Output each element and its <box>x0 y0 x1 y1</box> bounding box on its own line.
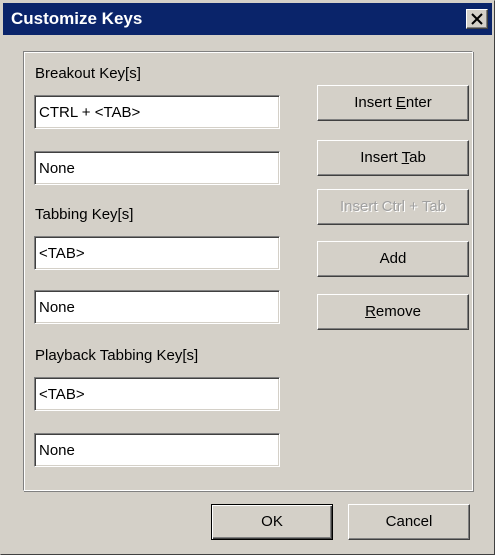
insert-tab-label-post: ab <box>409 149 426 166</box>
window-title: Customize Keys <box>11 9 143 28</box>
customize-keys-dialog: Customize Keys Breakout Key[s] Tabbing K… <box>0 0 495 555</box>
tabbing-key-field-1[interactable] <box>34 236 280 270</box>
remove-button[interactable]: Remove <box>317 294 469 330</box>
add-button[interactable]: Add <box>317 241 469 277</box>
playback-key-field-1[interactable] <box>34 377 280 411</box>
remove-label-post: emove <box>375 303 421 320</box>
close-button[interactable] <box>466 9 488 29</box>
cancel-button[interactable]: Cancel <box>348 504 470 540</box>
insert-enter-button[interactable]: Insert Enter <box>317 85 469 121</box>
insert-enter-label-pre: Insert <box>354 94 396 111</box>
ok-label: OK <box>261 513 283 530</box>
remove-accel: R <box>365 303 376 320</box>
title-bar[interactable]: Customize Keys <box>3 3 492 35</box>
ok-button[interactable]: OK <box>211 504 333 540</box>
insert-tab-accel: T <box>401 149 410 166</box>
playback-key-field-2[interactable] <box>34 433 280 467</box>
playback-tabbing-keys-label: Playback Tabbing Key[s] <box>35 347 199 364</box>
cancel-label: Cancel <box>385 513 433 530</box>
breakout-key-field-2[interactable] <box>34 151 280 185</box>
insert-ctrl-tab-button[interactable]: Insert Ctrl + Tab <box>317 189 469 225</box>
tabbing-key-field-2[interactable] <box>34 290 280 324</box>
insert-tab-label-pre: Insert <box>360 149 402 166</box>
breakout-keys-label: Breakout Key[s] <box>35 65 141 82</box>
breakout-key-field-1[interactable] <box>34 95 280 129</box>
insert-enter-label-post: nter <box>405 94 432 111</box>
insert-ctrl-tab-label: Insert Ctrl + Tab <box>339 198 447 215</box>
tabbing-keys-label: Tabbing Key[s] <box>35 206 134 223</box>
add-label: Add <box>379 250 407 267</box>
insert-tab-button[interactable]: Insert Tab <box>317 140 469 176</box>
close-icon <box>471 13 483 25</box>
insert-enter-accel: E <box>395 94 406 111</box>
